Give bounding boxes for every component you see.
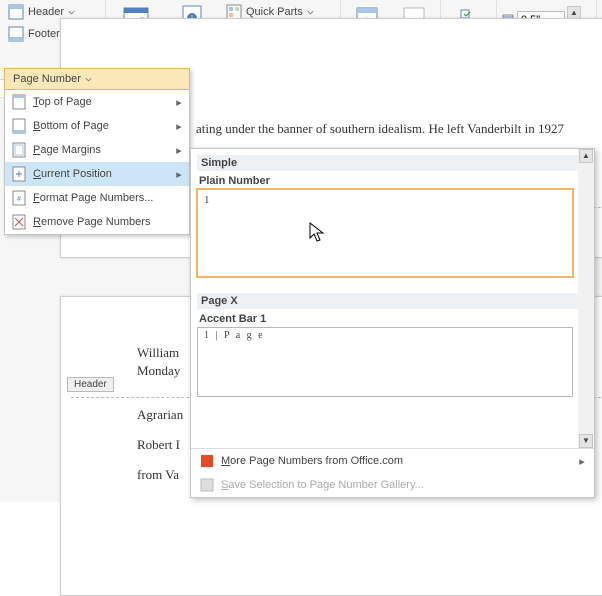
header-tag: Header [67, 377, 114, 392]
header-label: Header [28, 6, 64, 18]
save-icon [199, 477, 215, 493]
gallery-scrollbar[interactable]: ▲ ▼ [578, 149, 594, 448]
doc-line: Agrarian [137, 407, 183, 423]
doc-line: from Va [137, 467, 179, 483]
page-number-button[interactable]: # Page Number [4, 68, 190, 90]
more-page-numbers[interactable]: More Page Numbers from Office.com ▸ [191, 449, 594, 473]
doc-line: ating under the banner of southern ideal… [196, 121, 564, 137]
menu-bottom-of-page[interactable]: Bottom of Page ▸ [5, 114, 189, 138]
footer-label: Footer [28, 28, 60, 40]
submenu-arrow-icon: ▸ [175, 120, 183, 133]
page-number-menu: # Page Number TTop of Pageop of Page ▸ B… [4, 68, 190, 235]
gallery-item-plain-number[interactable]: 1 [197, 189, 573, 277]
submenu-arrow-icon: ▸ [175, 168, 183, 181]
page-top-icon [11, 94, 27, 110]
menu-format-page-numbers[interactable]: # Format Page Numbers... [5, 186, 189, 210]
gallery-section-simple: Simple [197, 155, 588, 171]
save-selection-to-gallery: Save Selection to Page Number Gallery... [191, 473, 594, 497]
page-number-label: Page Number [13, 73, 81, 85]
gallery-item-plain-number-label: Plain Number [197, 173, 588, 189]
header-icon [8, 4, 24, 20]
menu-top-of-page[interactable]: TTop of Pageop of Page ▸ [5, 90, 189, 114]
doc-line: Robert I [137, 437, 180, 453]
office-icon [199, 453, 215, 469]
page-number-gallery: Simple Plain Number 1 Page X Accent Bar … [190, 148, 595, 498]
doc-line: Monday [137, 363, 180, 379]
scroll-up-button[interactable]: ▲ [579, 149, 593, 163]
chevron-down-icon [85, 76, 92, 83]
submenu-arrow-icon: ▸ [578, 455, 586, 468]
menu-remove-page-numbers[interactable]: Remove Page Numbers [5, 210, 189, 234]
chevron-down-icon [68, 9, 75, 16]
page-bottom-icon [11, 118, 27, 134]
current-position-icon [11, 166, 27, 182]
menu-current-position[interactable]: Current Position ▸ [5, 162, 189, 186]
menu-page-margins[interactable]: Page Margins ▸ [5, 138, 189, 162]
footer-icon [8, 26, 24, 42]
format-icon: # [11, 190, 27, 206]
submenu-arrow-icon: ▸ [175, 96, 183, 109]
gallery-item-accent-bar-label: Accent Bar 1 [197, 311, 588, 327]
gallery-section-pagex: Page X [197, 293, 588, 309]
quick-parts-label: Quick Parts [246, 6, 303, 18]
remove-icon [11, 214, 27, 230]
gallery-item-accent-bar-1[interactable]: 1 | P a g e [197, 327, 573, 397]
doc-line: William [137, 345, 179, 361]
submenu-arrow-icon: ▸ [175, 144, 183, 157]
chevron-down-icon [307, 9, 314, 16]
scroll-down-button[interactable]: ▼ [579, 434, 593, 448]
svg-text:#: # [17, 196, 21, 203]
page-margins-icon [11, 142, 27, 158]
